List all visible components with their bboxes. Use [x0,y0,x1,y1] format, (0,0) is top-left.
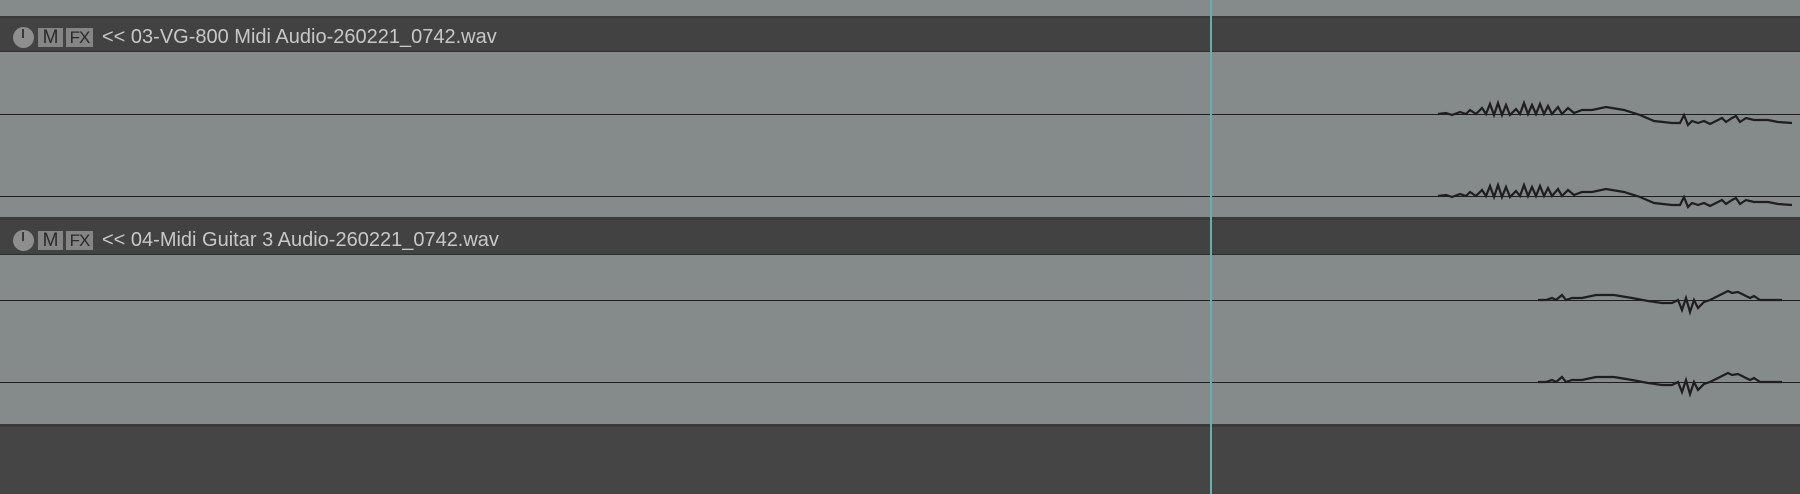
mute-button[interactable]: M [38,28,63,47]
previous-item-tail [0,0,1800,18]
item-header: M FX << 04-Midi Guitar 3 Audio-260221_07… [0,221,1800,255]
waveform-area [0,255,1800,424]
play-cursor [1210,0,1212,494]
waveform-area [0,52,1800,217]
volume-knob-icon[interactable] [13,230,34,251]
arrange-view[interactable]: M FX << 03-VG-800 Midi Audio-260221_0742… [0,0,1800,494]
volume-knob-icon[interactable] [13,27,34,48]
empty-arrange-area[interactable] [0,427,1800,494]
track-separator [0,217,1800,220]
mute-button[interactable]: M [38,231,63,250]
item-name-label: << 03-VG-800 Midi Audio-260221_0742.wav [102,26,497,48]
fx-button[interactable]: FX [66,231,93,250]
item-name-label: << 04-Midi Guitar 3 Audio-260221_0742.wa… [102,229,499,251]
waveform-channel-2 [1538,371,1782,398]
waveform-channel-2 [1437,181,1793,209]
fx-button[interactable]: FX [66,28,93,47]
media-item-track-03[interactable]: M FX << 03-VG-800 Midi Audio-260221_0742… [0,18,1800,217]
item-header: M FX << 03-VG-800 Midi Audio-260221_0742… [0,18,1800,52]
media-item-track-04[interactable]: M FX << 04-Midi Guitar 3 Audio-260221_07… [0,221,1800,424]
